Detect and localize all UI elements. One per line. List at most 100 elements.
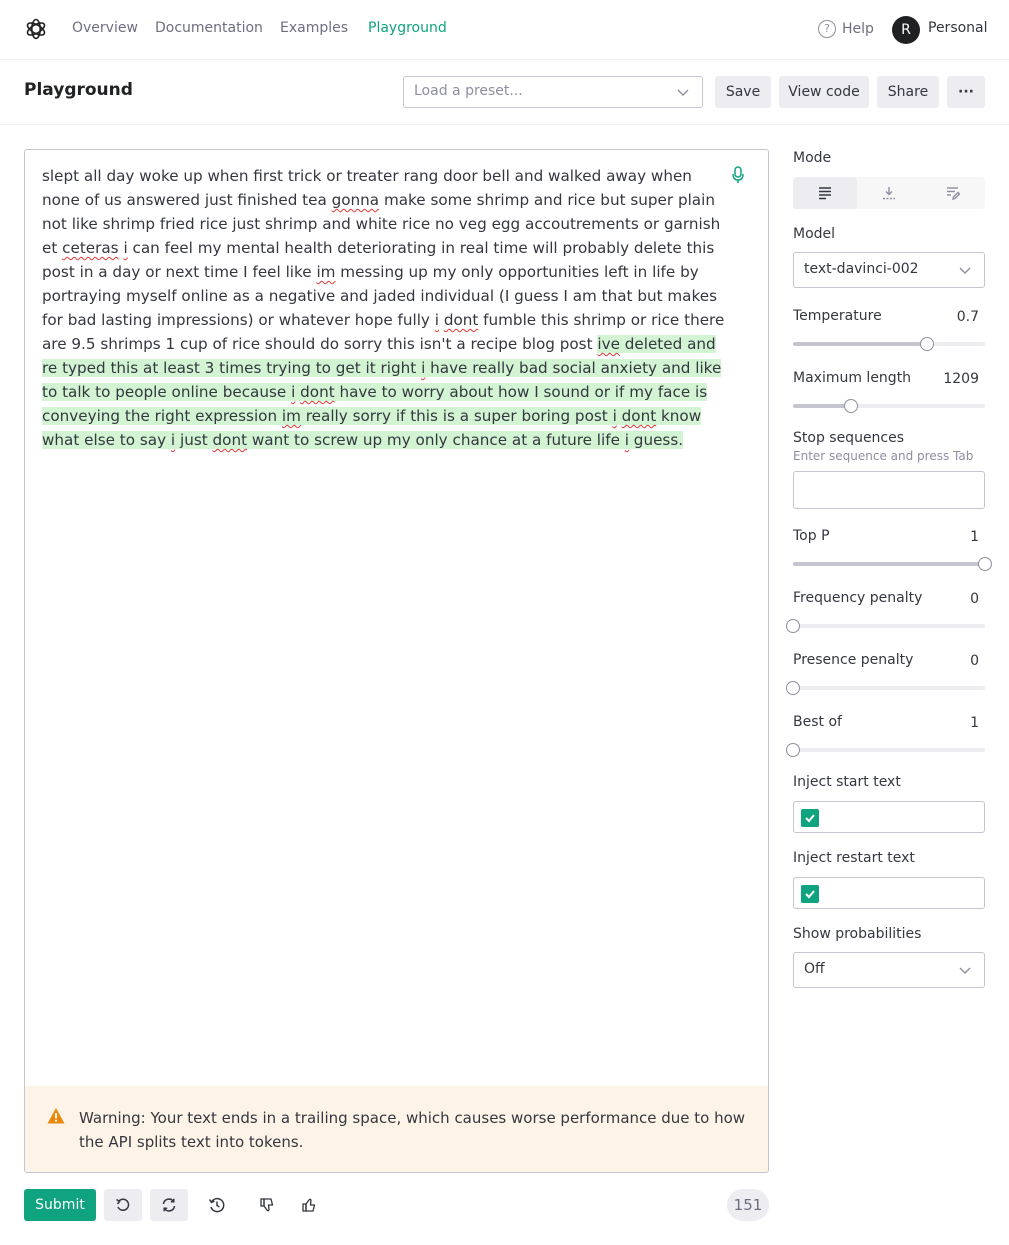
- chevron-down-icon: [959, 967, 971, 974]
- thumbs-down-icon: [260, 1198, 274, 1212]
- prompt-text-segment: gonna: [331, 191, 380, 209]
- stop-sequences-input[interactable]: [793, 471, 985, 509]
- frequency-penalty-slider[interactable]: [786, 619, 985, 633]
- show-probabilities-label: Show probabilities: [793, 926, 922, 942]
- prompt-text-segment: really sorry if this is a super boring p…: [300, 407, 613, 425]
- slider-handle[interactable]: [786, 619, 800, 633]
- top-p-label: Top P: [793, 528, 830, 544]
- share-button[interactable]: Share: [877, 76, 939, 108]
- submit-button[interactable]: Submit: [24, 1189, 96, 1221]
- prompt-text-segment: im: [281, 407, 301, 425]
- complete-mode-icon: [819, 187, 831, 200]
- preset-select[interactable]: Load a preset...: [403, 76, 703, 108]
- temperature-label: Temperature: [793, 308, 882, 324]
- inject-restart-checkbox[interactable]: [801, 885, 819, 903]
- regenerate-button[interactable]: [150, 1189, 188, 1221]
- account-name[interactable]: Personal: [928, 20, 988, 36]
- temperature-value[interactable]: 0.7: [957, 309, 979, 325]
- top-p-value[interactable]: 1: [970, 529, 979, 545]
- warning-text: Warning: Your text ends in a trailing sp…: [79, 1109, 746, 1151]
- slider-handle[interactable]: [786, 681, 800, 695]
- page-header: Playground Load a preset... Save View co…: [0, 60, 1009, 125]
- prompt-text-segment: im: [316, 263, 336, 281]
- microphone-icon[interactable]: [731, 166, 745, 184]
- warning-icon: [47, 1108, 65, 1124]
- model-label: Model: [793, 226, 836, 242]
- model-select[interactable]: text-davinci-002: [793, 252, 985, 288]
- token-count: 151: [727, 1189, 769, 1221]
- prompt-text[interactable]: slept all day woke up when first trick o…: [42, 164, 732, 452]
- best-of-label: Best of: [793, 714, 842, 730]
- openai-logo-icon[interactable]: [24, 17, 48, 41]
- show-probabilities-select[interactable]: Off: [793, 952, 985, 988]
- insert-mode-icon: [883, 187, 895, 200]
- max-length-slider[interactable]: [793, 399, 985, 413]
- undo-icon: [116, 1198, 130, 1211]
- inject-restart-input[interactable]: [793, 877, 985, 909]
- help-label: Help: [842, 21, 874, 37]
- history-icon: [208, 1197, 225, 1213]
- avatar[interactable]: R: [892, 16, 920, 44]
- nav-playground[interactable]: Playground: [368, 20, 447, 36]
- frequency-penalty-label: Frequency penalty: [793, 590, 923, 606]
- checkmark-icon: [805, 890, 815, 899]
- prompt-text-segment: ceteras: [62, 239, 119, 257]
- nav-examples[interactable]: Examples: [280, 20, 348, 36]
- show-probabilities-value: Off: [804, 961, 825, 977]
- nav-overview[interactable]: Overview: [72, 20, 138, 36]
- help-link[interactable]: ? Help: [818, 20, 874, 38]
- prompt-text-segment: guess.: [628, 431, 684, 449]
- slider-handle[interactable]: [786, 743, 800, 757]
- temperature-slider[interactable]: [793, 337, 985, 351]
- prompt-text-segment: [616, 407, 622, 425]
- mode-selector: [793, 177, 985, 209]
- slider-handle[interactable]: [843, 399, 858, 413]
- checkmark-icon: [805, 814, 815, 823]
- view-code-button[interactable]: View code: [779, 76, 869, 108]
- max-length-value[interactable]: 1209: [943, 371, 979, 387]
- page-title: Playground: [24, 80, 133, 100]
- frequency-penalty-value[interactable]: 0: [970, 591, 979, 607]
- preset-placeholder: Load a preset...: [414, 83, 523, 99]
- undo-button[interactable]: [104, 1189, 142, 1221]
- thumbs-up-button[interactable]: [290, 1189, 328, 1221]
- prompt-text-segment: want to screw up my only chance at a fut…: [247, 431, 625, 449]
- save-button[interactable]: Save: [715, 76, 771, 108]
- nav-documentation[interactable]: Documentation: [155, 20, 263, 36]
- mode-complete-button[interactable]: [793, 177, 857, 209]
- top-p-slider[interactable]: [793, 557, 992, 571]
- mode-label: Mode: [793, 150, 832, 166]
- trailing-space-warning: Warning: Your text ends in a trailing sp…: [25, 1086, 768, 1172]
- chevron-down-icon: [959, 267, 971, 274]
- regenerate-icon: [162, 1198, 176, 1212]
- inject-restart-label: Inject restart text: [793, 850, 915, 866]
- slider-handle[interactable]: [978, 557, 992, 571]
- inject-start-input[interactable]: [793, 801, 985, 833]
- top-nav: Overview Documentation Examples Playgrou…: [0, 0, 1009, 60]
- presence-penalty-label: Presence penalty: [793, 652, 914, 668]
- stop-sequences-hint: Enter sequence and press Tab: [793, 449, 974, 463]
- slider-handle[interactable]: [920, 337, 935, 351]
- prompt-text-segment: dont: [443, 311, 479, 329]
- more-options-button[interactable]: ···: [947, 76, 985, 108]
- prompt-text-segment: dont: [621, 407, 657, 425]
- prompt-text-segment: dont: [300, 383, 335, 401]
- stop-sequences-label: Stop sequences: [793, 430, 905, 446]
- mode-edit-button[interactable]: [921, 177, 985, 209]
- help-icon: ?: [818, 20, 836, 38]
- edit-mode-icon: [947, 187, 960, 200]
- presence-penalty-slider[interactable]: [786, 681, 985, 695]
- history-button[interactable]: [198, 1189, 236, 1221]
- thumbs-up-icon: [302, 1198, 316, 1212]
- mode-insert-button[interactable]: [857, 177, 921, 209]
- best-of-slider[interactable]: [786, 743, 985, 757]
- model-value: text-davinci-002: [804, 261, 919, 277]
- inject-start-checkbox[interactable]: [801, 809, 819, 827]
- chevron-down-icon: [677, 89, 689, 96]
- thumbs-down-button[interactable]: [248, 1189, 286, 1221]
- presence-penalty-value[interactable]: 0: [970, 653, 979, 669]
- prompt-editor[interactable]: slept all day woke up when first trick o…: [24, 149, 769, 1173]
- best-of-value[interactable]: 1: [970, 715, 979, 731]
- prompt-text-segment: ive: [597, 335, 620, 353]
- prompt-text-segment: dont: [212, 431, 248, 449]
